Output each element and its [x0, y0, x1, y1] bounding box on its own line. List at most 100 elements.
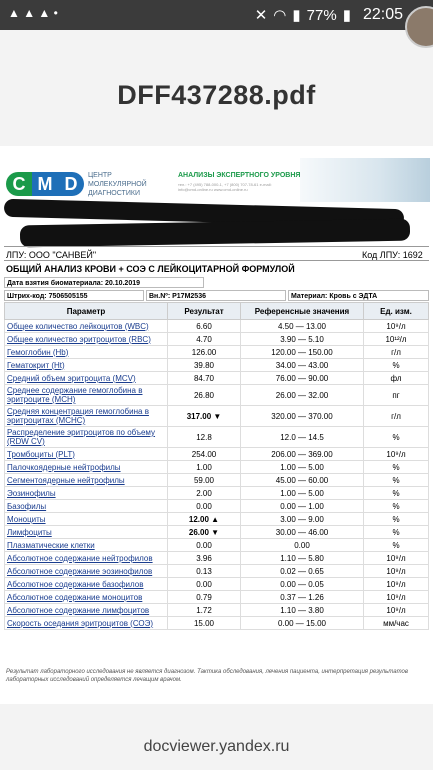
cell-unit: 10¹²/л	[363, 332, 429, 346]
cell-unit: 10⁹/л	[363, 590, 429, 604]
table-row: Эозинофилы 2.00 1.00 — 5.00%	[4, 486, 429, 500]
cell-value: 2.00	[167, 486, 241, 500]
wifi-icon: ◠	[273, 7, 287, 24]
cell-name[interactable]: Средняя концентрация гемоглобина в эритр…	[4, 405, 168, 427]
cell-ref: 4.50 — 13.00	[240, 319, 364, 333]
cell-name[interactable]: Общее количество эритроцитов (RBC)	[4, 332, 168, 346]
cell-unit: 10⁹/л	[363, 577, 429, 591]
cell-name[interactable]: Средний объем эритроцита (MCV)	[4, 371, 168, 385]
cell-name[interactable]: Гемоглобин (Hb)	[4, 345, 168, 359]
cell-ref: 34.00 — 43.00	[240, 358, 364, 372]
cell-value: 126.00	[167, 345, 241, 359]
cell-ref: 320.00 — 370.00	[240, 405, 364, 427]
table-row: Абсолютное содержание моноцитов 0.79 0.37 …	[4, 590, 429, 604]
cell-name[interactable]: Среднее содержание гемоглобина в эритроц…	[4, 384, 168, 406]
lab-image	[300, 158, 430, 202]
table-row: Общее количество эритроцитов (RBC) 4.70 3.…	[4, 332, 429, 346]
table-row: Скорость оседания эритроцитов (СОЭ) 15.00…	[4, 616, 429, 630]
cell-value: 26.00 ▼	[167, 525, 241, 539]
viewer-url[interactable]: docviewer.yandex.ru	[0, 738, 433, 756]
cell-value: 12.8	[167, 426, 241, 448]
cell-unit: 10⁹/л	[363, 564, 429, 578]
cell-value: 15.00	[167, 616, 241, 630]
cell-value: 59.00	[167, 473, 241, 487]
cell-ref: 120.00 — 150.00	[240, 345, 364, 359]
table-row: Средняя концентрация гемоглобина в эритр…	[4, 405, 429, 427]
cell-name[interactable]: Абсолютное содержание базофилов	[4, 577, 168, 591]
cell-ref: 1.00 — 5.00	[240, 486, 364, 500]
cell-ref: 0.00 — 0.05	[240, 577, 364, 591]
lpu-label: ЛПУ: ООО "САНВЕЙ"	[6, 250, 97, 260]
table-row: Абсолютное содержание нейтрофилов 3.96 1.1…	[4, 551, 429, 565]
cell-unit: 10⁹/л	[363, 551, 429, 565]
cell-unit: фл	[363, 371, 429, 385]
document-page[interactable]: C M D ЦЕНТР МОЛЕКУЛЯРНОЙ ДИАГНОСТИКИ АНА…	[0, 146, 433, 704]
avatar[interactable]	[405, 6, 433, 48]
cell-ref: 45.00 — 60.00	[240, 473, 364, 487]
cell-name[interactable]: Общее количество лейкоцитов (WBC)	[4, 319, 168, 333]
table-row: Гематокрит (Ht) 39.80 34.00 — 43.00%	[4, 358, 429, 372]
cell-ref: 76.00 — 90.00	[240, 371, 364, 385]
cell-name[interactable]: Плазматические клетки	[4, 538, 168, 552]
table-row: Абсолютное содержание базофилов 0.00 0.00 …	[4, 577, 429, 591]
cell-ref: 206.00 — 369.00	[240, 447, 364, 461]
table-row: Плазматические клетки 0.00 0.00%	[4, 538, 429, 552]
cell-name[interactable]: Распределение эритроцитов по объему (RDW…	[4, 426, 168, 448]
table-row: Абсолютное содержание лимфоцитов 1.72 1.10…	[4, 603, 429, 617]
notification-icons: ▲ ▲ ▲ •	[8, 6, 58, 20]
cell-unit: %	[363, 358, 429, 372]
col-unit: Ед. изм.	[363, 302, 429, 320]
cell-value: 1.00	[167, 460, 241, 474]
cell-name[interactable]: Гематокрит (Ht)	[4, 358, 168, 372]
cmd-logo: C M D	[6, 172, 84, 198]
expert-slogan: АНАЛИЗЫ ЭКСПЕРТНОГО УРОВНЯ	[178, 172, 301, 179]
cell-name[interactable]: Лимфоциты	[4, 525, 168, 539]
cell-name[interactable]: Абсолютное содержание моноцитов	[4, 590, 168, 604]
cell-unit: 10⁹/л	[363, 319, 429, 333]
cell-name[interactable]: Моноциты	[4, 512, 168, 526]
cell-ref: 0.00 — 1.00	[240, 499, 364, 513]
cell-name[interactable]: Эозинофилы	[4, 486, 168, 500]
table-row: Гемоглобин (Hb) 126.00 120.00 — 150.00 г/л	[4, 345, 429, 359]
cell-name[interactable]: Абсолютное содержание лимфоцитов	[4, 603, 168, 617]
status-bar: ▲ ▲ ▲ • ✕ ◠ ▮ 77% ▮ 22:05	[0, 0, 433, 48]
cell-name[interactable]: Абсолютное содержание нейтрофилов	[4, 551, 168, 565]
cell-name[interactable]: Тромбоциты (PLT)	[4, 447, 168, 461]
table-row: Лимфоциты 26.00 ▼ 30.00 — 46.00%	[4, 525, 429, 539]
cell-unit: %	[363, 499, 429, 513]
signal-icon: ▮	[292, 7, 301, 24]
cell-unit: %	[363, 538, 429, 552]
table-row: Моноциты 12.00 ▲ 3.00 — 9.00%	[4, 512, 429, 526]
table-row: Общее количество лейкоцитов (WBC) 6.60 4.5…	[4, 319, 429, 333]
cell-name[interactable]: Палочкоядерные нейтрофилы	[4, 460, 168, 474]
center-name: ЦЕНТР МОЛЕКУЛЯРНОЙ ДИАГНОСТИКИ	[88, 172, 147, 197]
table-row: Базофилы 0.00 0.00 — 1.00%	[4, 499, 429, 513]
footnote: Результат лабораторного исследования не …	[6, 669, 408, 683]
col-param: Параметр	[4, 302, 168, 320]
cell-value: 317.00 ▼	[167, 405, 241, 427]
cell-value: 3.96	[167, 551, 241, 565]
clock: 22:05	[362, 6, 403, 23]
contacts: тел.: +7 (495) 788-000-1, +7 (800) 707-7…	[178, 182, 272, 192]
mute-icon: ✕	[254, 7, 268, 24]
barcode: Штрих-код: 7506505155	[4, 290, 144, 301]
cell-name[interactable]: Скорость оседания эритроцитов (СОЭ)	[4, 616, 168, 630]
col-result: Результат	[167, 302, 241, 320]
table-row: Тромбоциты (PLT) 254.00 206.00 — 369.00 10⁹…	[4, 447, 429, 461]
cell-value: 0.79	[167, 590, 241, 604]
lpu-code: Код ЛПУ: 1692	[362, 250, 423, 260]
vn-number: Вн.Nº: Р17М2536	[146, 290, 286, 301]
cell-unit: %	[363, 512, 429, 526]
cell-unit: 10⁹/л	[363, 603, 429, 617]
cell-value: 12.00 ▲	[167, 512, 241, 526]
cell-name[interactable]: Сегментоядерные нейтрофилы	[4, 473, 168, 487]
results-table: Параметр Результат Референсные значения …	[4, 302, 429, 630]
cell-value: 0.00	[167, 577, 241, 591]
cell-name[interactable]: Базофилы	[4, 499, 168, 513]
cell-value: 0.00	[167, 499, 241, 513]
file-title: DFF437288.pdf	[117, 80, 316, 110]
table-row: Палочкоядерные нейтрофилы 1.00 1.00 — 5.00…	[4, 460, 429, 474]
cell-value: 4.70	[167, 332, 241, 346]
cell-unit: %	[363, 486, 429, 500]
cell-name[interactable]: Абсолютное содержание эозинофилов	[4, 564, 168, 578]
